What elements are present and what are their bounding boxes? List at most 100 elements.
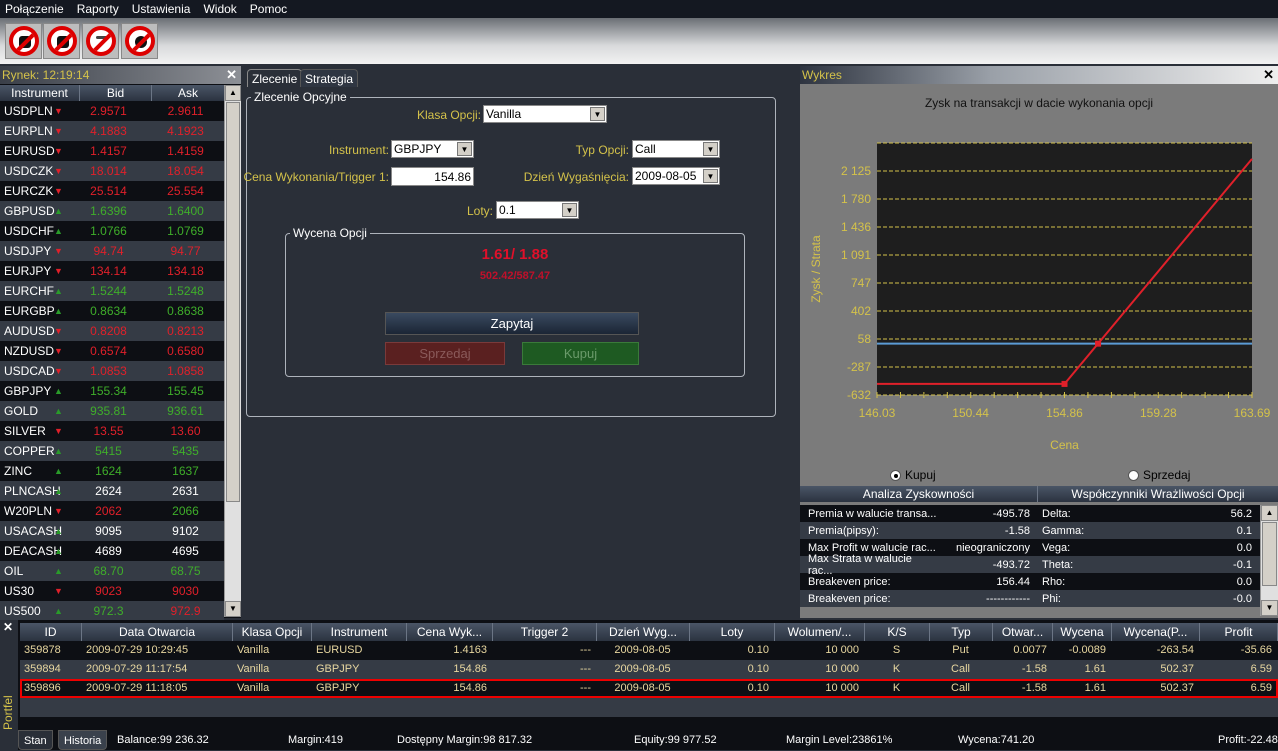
scroll-up-icon[interactable]: ▲ <box>225 85 241 101</box>
market-row[interactable]: USDCAD ▼ 1.0853 1.0858 <box>0 361 224 381</box>
table-cell: --- <box>580 644 591 656</box>
scroll-down-icon[interactable]: ▼ <box>225 601 241 617</box>
market-row[interactable]: EURCHF ▲ 1.5244 1.5248 <box>0 281 224 301</box>
column-header[interactable]: Typ <box>930 623 993 641</box>
column-header[interactable]: Wycena <box>1053 623 1112 641</box>
market-row[interactable]: OIL ▲ 68.70 68.75 <box>0 561 224 581</box>
scroll-down-icon[interactable]: ▼ <box>1261 600 1278 616</box>
table-row[interactable]: 359878 2009-07-29 10:29:45 Vanilla EURUSD 1.… <box>20 641 1278 660</box>
column-header[interactable]: Data Otwarcia <box>82 623 233 641</box>
edit-note-button[interactable] <box>82 23 119 59</box>
market-row[interactable]: USDPLN ▼ 2.9571 2.9611 <box>0 101 224 121</box>
instrument-name: USDCZK <box>4 164 54 178</box>
expiry-date-select[interactable]: 2009-08-05 ▼ <box>632 167 720 185</box>
column-header[interactable]: Loty <box>690 623 775 641</box>
column-header[interactable]: ID <box>20 623 82 641</box>
table-row[interactable]: 359896 2009-07-29 11:18:05 Vanilla GBPJPY 15… <box>20 679 1278 698</box>
column-header[interactable]: Wycena(P... <box>1112 623 1200 641</box>
market-row[interactable]: EURPLN ▼ 4.1883 4.1923 <box>0 121 224 141</box>
column-ask[interactable]: Ask <box>152 85 224 101</box>
market-row[interactable]: ZINC ▲ 1624 1637 <box>0 461 224 481</box>
instrument-name: GBPUSD <box>4 204 55 218</box>
market-row[interactable]: GOLD ▲ 935.81 936.61 <box>0 401 224 421</box>
market-row[interactable]: AUDUSD ▼ 0.8208 0.8213 <box>0 321 224 341</box>
instrument-name: AUDUSD <box>4 324 55 338</box>
tab-zlecenie[interactable]: Zlecenie <box>247 69 303 87</box>
column-header[interactable]: Dzień Wyg... <box>597 623 690 641</box>
market-row[interactable]: EURJPY ▼ 134.14 134.18 <box>0 261 224 281</box>
instrument-select[interactable]: GBPJPY ▼ <box>391 140 474 158</box>
scroll-up-icon[interactable]: ▲ <box>1261 505 1278 521</box>
analysis-value: nieograniczony <box>956 541 1030 554</box>
table-cell: 359878 <box>24 644 61 656</box>
analysis-scrollbar[interactable]: ▲ ▼ <box>1260 505 1278 616</box>
ask-button[interactable]: Zapytaj <box>385 312 639 335</box>
strike-price-input[interactable] <box>391 167 474 186</box>
market-row[interactable]: PLNCASH ▲ 2624 2631 <box>0 481 224 501</box>
market-row[interactable]: US30 ▼ 9023 9030 <box>0 581 224 601</box>
buy-radio[interactable]: Kupuj <box>890 468 936 482</box>
sell-button[interactable]: Sprzedaj <box>385 342 505 365</box>
chevron-down-icon[interactable]: ▼ <box>703 142 718 156</box>
scroll-thumb[interactable] <box>226 102 240 502</box>
market-row[interactable]: W20PLN ▼ 2062 2066 <box>0 501 224 521</box>
column-header[interactable]: Otwar... <box>993 623 1053 641</box>
market-row[interactable]: USDJPY ▼ 94.74 94.77 <box>0 241 224 261</box>
market-row[interactable]: EURUSD ▼ 1.4157 1.4159 <box>0 141 224 161</box>
sell-radio[interactable]: Sprzedaj <box>1128 468 1190 482</box>
market-scrollbar[interactable]: ▲ ▼ <box>224 85 241 617</box>
market-row[interactable]: US500 ▲ 972.3 972.9 <box>0 601 224 621</box>
status-bar: Stan Historia Balance:99 236.32 Margin:4… <box>18 730 1278 750</box>
table-row[interactable]: 359894 2009-07-29 11:17:54 Vanilla GBPJPY 15… <box>20 660 1278 679</box>
option-quote: 1.61/ 1.88 <box>481 246 549 263</box>
radio-selected-icon[interactable] <box>890 469 901 481</box>
market-row[interactable]: COPPER ▲ 5415 5435 <box>0 441 224 461</box>
market-row[interactable]: USACASH ▲ 9095 9102 <box>0 521 224 541</box>
market-row[interactable]: SILVER ▼ 13.55 13.60 <box>0 421 224 441</box>
scroll-thumb[interactable] <box>1262 522 1277 586</box>
radio-empty-icon[interactable] <box>1128 469 1139 481</box>
settings-button[interactable] <box>121 23 158 59</box>
menu-polaczenie[interactable]: Połączenie <box>0 2 72 16</box>
chevron-down-icon[interactable]: ▼ <box>457 142 472 156</box>
table-cell: Vanilla <box>237 682 270 694</box>
lots-select[interactable]: 0.1 ▼ <box>496 201 579 219</box>
close-icon[interactable]: ✕ <box>3 620 13 634</box>
column-header[interactable]: Profit <box>1200 623 1278 641</box>
menu-widok[interactable]: Widok <box>198 2 244 16</box>
market-row[interactable]: USDCHF ▲ 1.0766 1.0769 <box>0 221 224 241</box>
chevron-down-icon[interactable]: ▼ <box>703 169 718 183</box>
tab-stan[interactable]: Stan <box>18 730 53 750</box>
column-header[interactable]: Instrument <box>312 623 407 641</box>
menu-raporty[interactable]: Raporty <box>72 2 127 16</box>
column-header[interactable]: Trigger 2 <box>493 623 597 641</box>
market-row[interactable]: GBPJPY ▲ 155.34 155.45 <box>0 381 224 401</box>
menu-pomoc[interactable]: Pomoc <box>245 2 295 16</box>
market-row[interactable]: USDCZK ▼ 18.014 18.054 <box>0 161 224 181</box>
menu-ustawienia[interactable]: Ustawienia <box>127 2 199 16</box>
column-instrument[interactable]: Instrument <box>0 85 80 101</box>
klasa-select[interactable]: Vanilla ▼ <box>483 105 607 123</box>
table-cell: 1.61 <box>1084 682 1106 694</box>
column-header[interactable]: Cena Wyk... <box>407 623 493 641</box>
buy-button[interactable]: Kupuj <box>522 342 639 365</box>
close-icon[interactable]: ✕ <box>226 66 237 84</box>
column-header[interactable]: K/S <box>865 623 930 641</box>
tab-historia[interactable]: Historia <box>58 730 108 750</box>
market-row[interactable]: NZDUSD ▼ 0.6574 0.6580 <box>0 341 224 361</box>
market-row[interactable]: DEACASH ▲ 4689 4695 <box>0 541 224 561</box>
column-header[interactable]: Wolumen/... <box>775 623 865 641</box>
market-row[interactable]: GBPUSD ▲ 1.6396 1.6400 <box>0 201 224 221</box>
typ-select[interactable]: Call ▼ <box>632 140 720 158</box>
column-bid[interactable]: Bid <box>80 85 152 101</box>
column-header[interactable]: Klasa Opcji <box>233 623 312 641</box>
disconnect-button[interactable] <box>5 23 42 59</box>
market-row[interactable]: EURGBP ▲ 0.8634 0.8638 <box>0 301 224 321</box>
tab-strategia[interactable]: Strategia <box>300 69 359 87</box>
chevron-down-icon[interactable]: ▼ <box>562 203 577 217</box>
chevron-down-icon[interactable]: ▼ <box>590 107 605 121</box>
market-row[interactable]: EURCZK ▼ 25.514 25.554 <box>0 181 224 201</box>
analysis-label: Max Strata w walucie rac... <box>808 552 912 577</box>
plug-button[interactable] <box>43 23 80 59</box>
ask-price: 2066 <box>172 504 199 518</box>
